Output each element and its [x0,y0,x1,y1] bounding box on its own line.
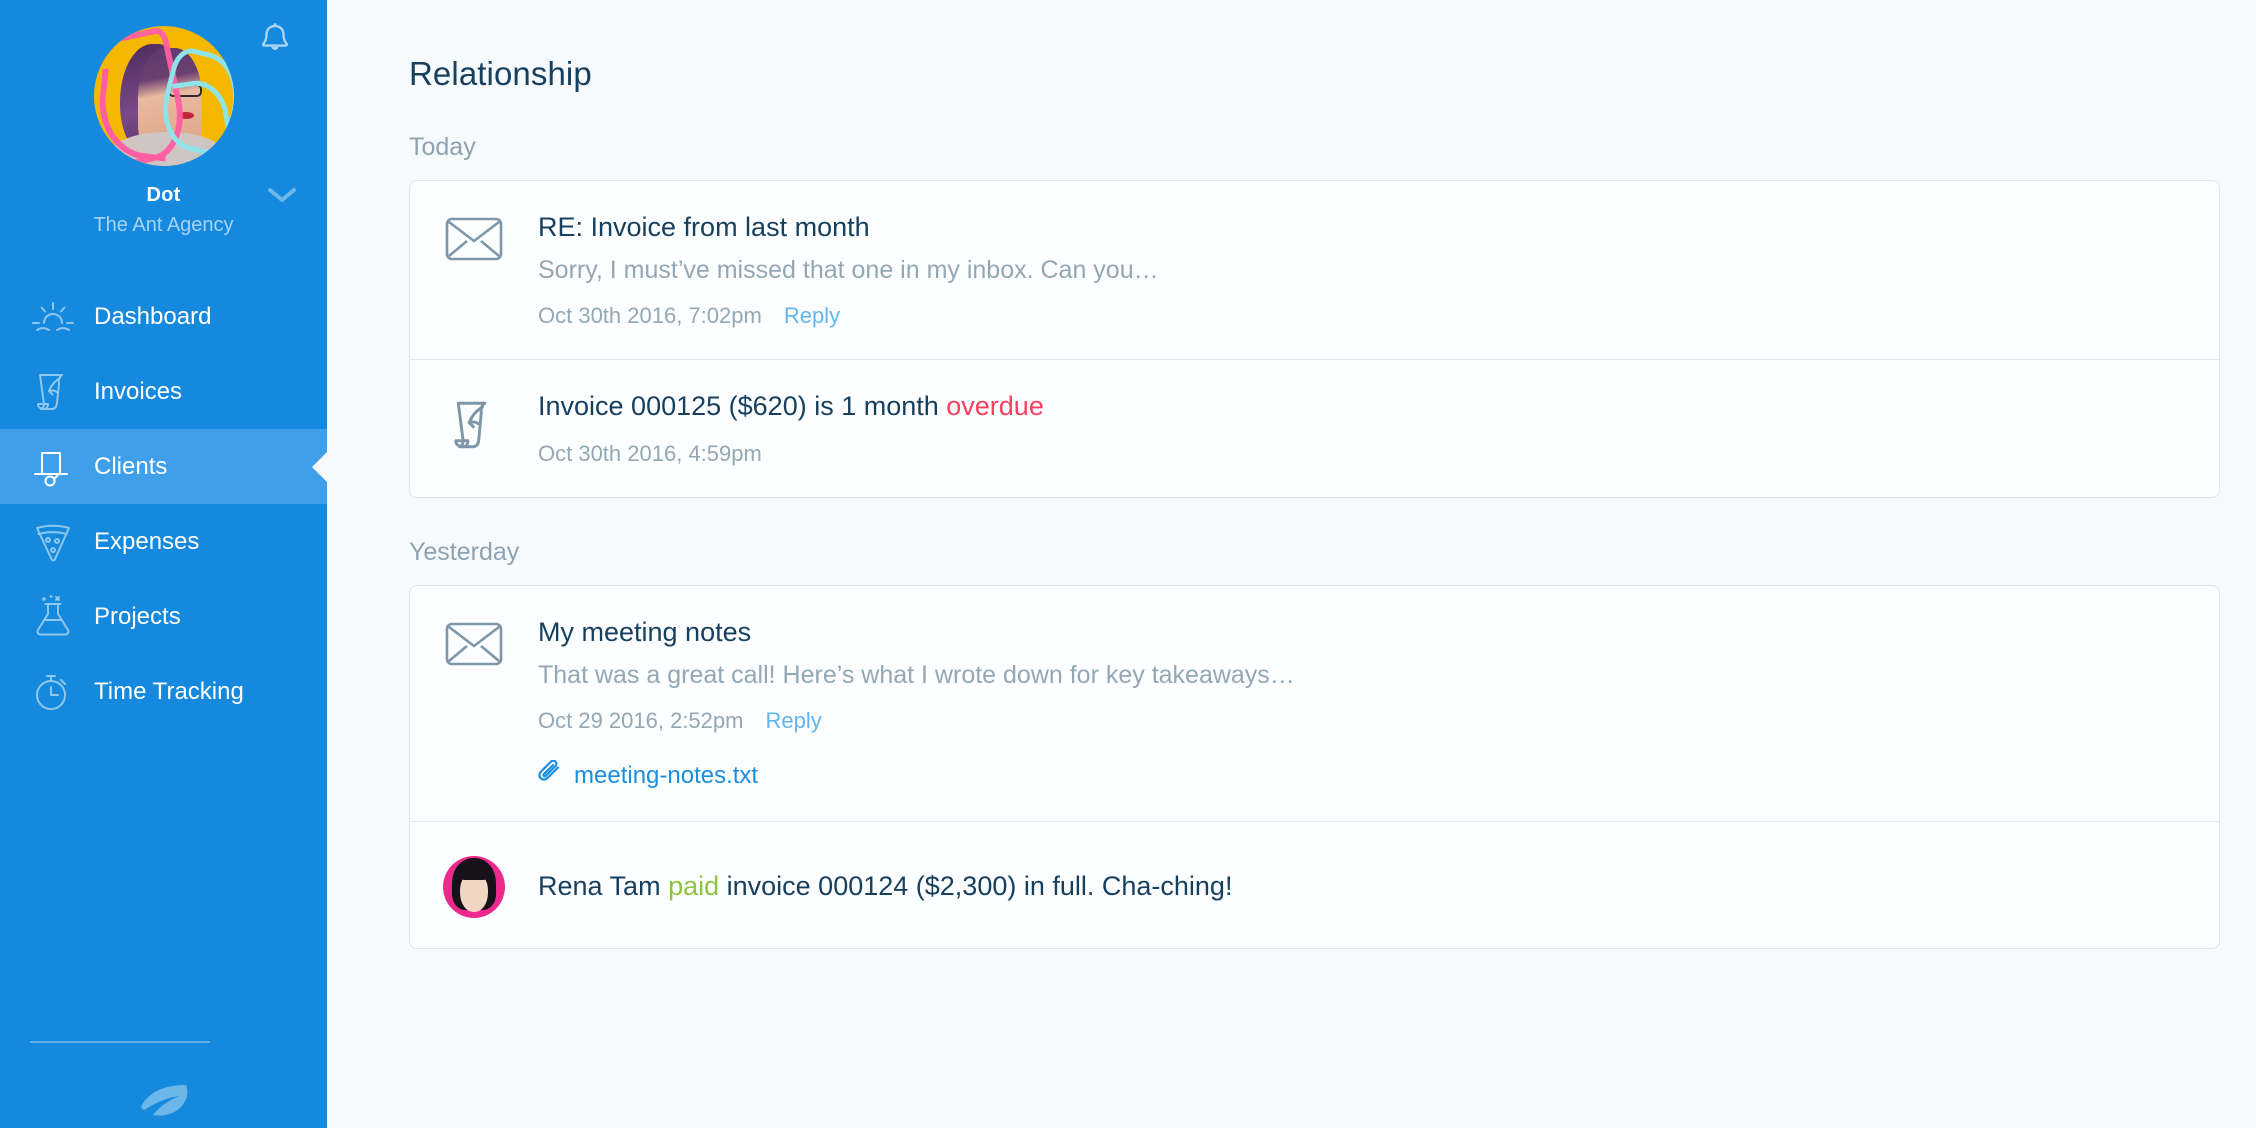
flask-icon [30,594,80,640]
row-body: Rena Tam paid invoice 000124 ($2,300) in… [538,870,2219,904]
sidebar-item-label: Dashboard [94,302,212,330]
sidebar: Dot The Ant Agency Dashboard Invoices Cl… [0,0,327,1128]
row-icon [410,390,538,459]
activity-row-email[interactable]: My meeting notes That was a great call! … [410,586,2219,821]
section-yesterday: Yesterday My meeting notes That was a gr… [409,538,2256,950]
activity-row-payment[interactable]: Rena Tam paid invoice 000124 ($2,300) in… [410,821,2219,948]
stopwatch-icon [30,669,80,715]
bell-icon [258,22,292,58]
sidebar-item-label: Time Tracking [94,677,244,705]
leaf-logo [136,1083,192,1128]
status-badge-paid: paid [668,871,720,902]
section-label: Yesterday [409,538,520,566]
row-icon [410,616,538,671]
row-preview: That was a great call! Here’s what I wro… [538,660,1295,689]
row-timestamp: Oct 29 2016, 2:52pm [538,708,744,734]
row-meta: Oct 30th 2016, 7:02pm Reply [538,303,2179,329]
row-title-pre: Invoice 000125 ($620) is 1 month [538,391,947,422]
chevron-down-icon[interactable] [267,186,297,209]
row-timestamp: Oct 30th 2016, 7:02pm [538,303,762,329]
row-timestamp: Oct 30th 2016, 4:59pm [538,441,762,466]
sidebar-item-label: Invoices [94,377,183,405]
profile-name: Dot [146,184,181,206]
row-body: Invoice 000125 ($620) is 1 month overdue… [538,390,2219,467]
sidebar-item-invoices[interactable]: Invoices [0,354,327,429]
row-body: My meeting notes That was a great call! … [538,616,2219,791]
scroll-quill-icon [446,396,502,459]
row-meta: Oct 30th 2016, 4:59pm [538,441,2179,467]
row-preview: Sorry, I must’ve missed that one in my i… [538,255,1159,284]
sidebar-nav: Dashboard Invoices Clients Expenses Proj… [0,279,327,729]
row-title-pre: Rena Tam [538,871,669,902]
sidebar-item-label: Clients [94,452,168,480]
activity-row-invoice[interactable]: Invoice 000125 ($620) is 1 month overdue… [410,359,2219,497]
sidebar-item-dashboard[interactable]: Dashboard [0,279,327,354]
attachment-link[interactable]: meeting-notes.txt [538,759,2179,791]
active-indicator-notch [312,451,327,482]
envelope-icon [445,622,503,671]
app-root: Dot The Ant Agency Dashboard Invoices Cl… [0,0,2256,1128]
section-today: Today RE: Invoice from last month Sorry,… [409,133,2256,498]
activity-card: RE: Invoice from last month Sorry, I mus… [409,180,2220,498]
sidebar-item-clients[interactable]: Clients [0,429,327,504]
row-title: RE: Invoice from last month [538,212,870,242]
activity-card: My meeting notes That was a great call! … [409,585,2220,950]
sidebar-item-projects[interactable]: Projects [0,579,327,654]
reply-link[interactable]: Reply [784,303,840,329]
profile-organization: The Ant Agency [93,214,234,236]
contact-avatar [443,856,505,919]
envelope-icon [445,217,503,266]
notifications-button[interactable] [258,22,292,58]
row-icon [410,211,538,266]
row-title: Rena Tam paid invoice 000124 ($2,300) in… [538,870,2179,904]
sidebar-item-label: Projects [94,602,181,630]
row-body: RE: Invoice from last month Sorry, I mus… [538,211,2219,329]
section-label: Today [409,133,476,161]
sidebar-item-expenses[interactable]: Expenses [0,504,327,579]
sidebar-item-label: Expenses [94,527,200,555]
main-content: Relationship Today RE: Invoice from last… [327,0,2256,1128]
page-title: Relationship [409,55,592,92]
reply-link[interactable]: Reply [765,708,821,734]
status-badge-overdue: overdue [946,391,1044,422]
sunrise-icon [30,297,80,337]
pizza-slice-icon [30,519,80,565]
row-icon [410,856,538,919]
paperclip-icon [538,759,562,791]
row-title-post: invoice 000124 ($2,300) in full. Cha-chi… [719,871,1233,902]
row-title: Invoice 000125 ($620) is 1 month overdue [538,390,2179,424]
row-title: My meeting notes [538,617,752,647]
top-hat-icon [30,444,80,490]
sidebar-divider [30,1041,210,1043]
avatar [93,26,234,166]
row-meta: Oct 29 2016, 2:52pm Reply [538,708,2179,734]
attachment-filename: meeting-notes.txt [574,761,759,789]
activity-row-email[interactable]: RE: Invoice from last month Sorry, I mus… [410,181,2219,359]
sidebar-item-time-tracking[interactable]: Time Tracking [0,654,327,729]
scroll-quill-icon [30,369,80,415]
